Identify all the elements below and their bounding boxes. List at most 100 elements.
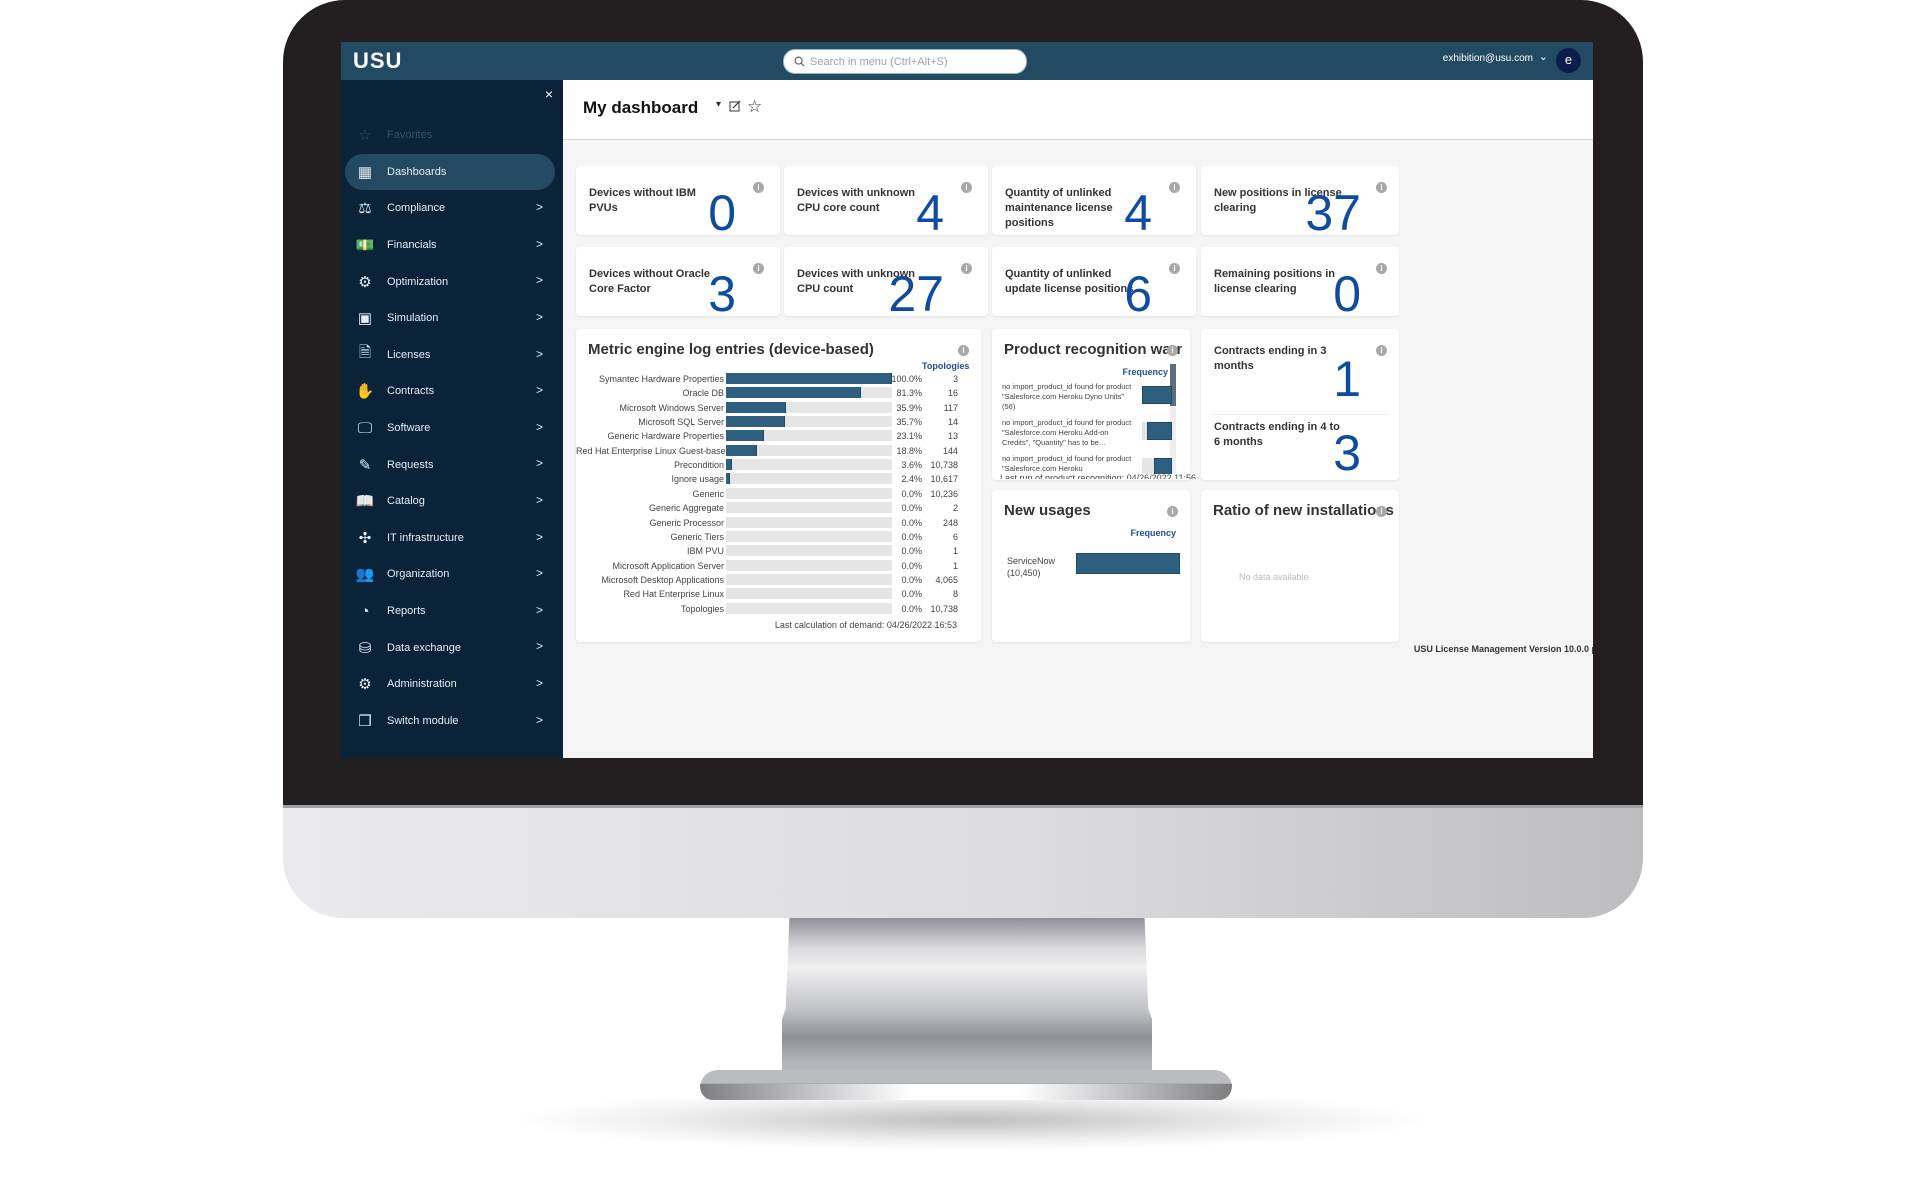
bar-track[interactable] (726, 487, 892, 499)
sidebar-item-data-exchange[interactable]: ⛁ Data exchange > (345, 629, 555, 666)
chevron-right-icon: > (535, 200, 543, 215)
edit-dashboard-icon[interactable] (729, 100, 741, 115)
sidebar-item-label: Dashboards (387, 165, 447, 178)
chart-row: Oracle DB 81.3% 16 (576, 387, 981, 401)
sidebar-item-catalog[interactable]: 📖 Catalog > (345, 483, 555, 520)
sidebar-item-software[interactable]: 🖵 Software > (345, 410, 555, 447)
bar-track[interactable] (726, 516, 892, 528)
sidebar-item-administration[interactable]: ⚙ Administration > (345, 666, 555, 703)
info-icon[interactable]: i (1376, 506, 1387, 517)
contracts-4to6m-value[interactable]: 3 (1333, 428, 1361, 478)
bar-track[interactable] (726, 602, 892, 614)
bar-category-label: Generic Aggregate (648, 503, 724, 514)
info-icon[interactable]: i (961, 182, 972, 193)
admin-window-gear-icon: ⚙ (358, 676, 372, 694)
bar[interactable] (726, 401, 786, 413)
kpi-card[interactable]: New positions in license clearing 37 i (1201, 166, 1399, 238)
info-icon[interactable]: i (1167, 345, 1178, 356)
bar-track[interactable] (726, 545, 892, 557)
people-icon: 👥 (355, 566, 375, 584)
sidebar-item-it-infrastructure[interactable]: ✣ IT infrastructure > (345, 520, 555, 557)
bar-track[interactable] (726, 416, 892, 428)
bar-track[interactable] (726, 473, 892, 485)
bar-track[interactable] (726, 444, 892, 456)
bar-track[interactable] (726, 373, 892, 384)
kpi-card[interactable]: Devices without IBM PVUs 0 i (576, 166, 780, 238)
bar-track[interactable] (726, 401, 892, 413)
kpi-card[interactable]: Quantity of unlinked maintenance license… (992, 166, 1196, 238)
bar-track[interactable] (726, 459, 892, 471)
sidebar-item-favorites[interactable]: ☆ Favorites (345, 117, 555, 154)
sidebar-close-icon[interactable]: × (545, 86, 553, 102)
bar[interactable] (726, 444, 758, 456)
bar[interactable] (726, 459, 732, 471)
sidebar-item-reports[interactable]: ◔ Reports > (345, 593, 555, 630)
info-icon[interactable]: i (1376, 345, 1387, 356)
info-icon[interactable]: i (753, 182, 764, 193)
sidebar-item-optimization[interactable]: ⚙ Optimization > (345, 263, 555, 300)
bar-track[interactable] (726, 430, 892, 442)
bar-track[interactable] (726, 502, 892, 514)
usu-logo[interactable]: USU (353, 48, 402, 74)
info-icon[interactable]: i (753, 263, 764, 274)
bar[interactable] (726, 430, 765, 442)
bar-track[interactable] (726, 387, 892, 399)
info-icon[interactable]: i (958, 345, 969, 356)
sidebar-item-organization[interactable]: 👥 Organization > (345, 556, 555, 593)
chart-row: Generic 0.0% 10,236 (576, 487, 981, 502)
sidebar-item-simulation[interactable]: ▣ Simulation > (345, 300, 555, 337)
last-calculation-note: Last calculation of demand: 04/26/2022 1… (774, 620, 957, 630)
sidebar-item-compliance[interactable]: ⚖ Compliance > (345, 190, 555, 227)
contracts-ending-widget: i Contracts ending in 3 months 1 Contrac… (1201, 329, 1399, 480)
chevron-right-icon: > (535, 273, 543, 288)
bar-track[interactable] (726, 559, 892, 571)
monitor-stand-base (700, 1070, 1232, 1100)
info-icon[interactable]: i (1376, 182, 1387, 193)
bar[interactable] (726, 387, 861, 399)
sidebar-item-financials[interactable]: 💵 Financials > (345, 227, 555, 264)
kpi-value: 3 (708, 266, 736, 322)
chart-row: Microsoft Windows Server 35.9% 117 (576, 401, 981, 416)
kpi-card[interactable]: Devices with unknown CPU count 27 i (784, 247, 988, 319)
sidebar-item-requests[interactable]: ✎ Requests > (345, 446, 555, 483)
bar-track[interactable] (726, 530, 892, 542)
menu-search-input[interactable] (810, 55, 1010, 68)
sidebar-item-label: Contracts (387, 385, 435, 398)
info-icon[interactable]: i (1169, 263, 1180, 274)
sidebar-item-dashboards[interactable]: ▦ Dashboards (345, 153, 555, 191)
frequency-bar[interactable] (1146, 422, 1172, 440)
chart-row: Microsoft Desktop Applications 0.0% 4,065 (576, 573, 981, 588)
book-icon: 📖 (355, 493, 375, 511)
info-icon[interactable]: i (961, 263, 972, 274)
bar-track[interactable] (726, 573, 892, 585)
kpi-card[interactable]: Devices without Oracle Core Factor 3 i (576, 247, 780, 322)
kpi-card[interactable]: Remaining positions in license clearing 0… (1201, 247, 1399, 319)
bar[interactable] (726, 416, 786, 428)
monitor-mockup: USU exhibition@usu.com ⌄ e × ☆ Favorites ▦… (0, 0, 1920, 1200)
favorite-star-icon[interactable]: ☆ (747, 97, 762, 117)
ratio-new-installations-widget: Ratio of new installations i No data ava… (1201, 490, 1399, 642)
sidebar-item-licenses[interactable]: 🗎 Licenses > (345, 337, 555, 374)
kpi-card[interactable]: Devices with unknown CPU core count 4 i (784, 166, 988, 238)
kpi-card[interactable]: Quantity of unlinked update license posi… (992, 247, 1196, 319)
sidebar-item-contracts[interactable]: ✋ Contracts > (345, 373, 555, 410)
frequency-bar[interactable] (1142, 386, 1172, 404)
license-document-icon: 🗎 (358, 344, 372, 362)
bar-track[interactable] (726, 588, 892, 600)
dashboard-select-caret-icon[interactable]: ▾ (716, 99, 721, 110)
user-email[interactable]: exhibition@usu.com (1443, 53, 1533, 64)
info-icon[interactable]: i (1169, 182, 1180, 193)
dashboard-grid-icon: ▦ (357, 163, 373, 181)
user-menu-chevron-down-icon[interactable]: ⌄ (1539, 50, 1548, 63)
avatar[interactable]: e (1556, 48, 1581, 73)
sidebar-item-label: Reports (387, 605, 426, 618)
menu-search[interactable] (783, 49, 1027, 74)
bar[interactable] (726, 373, 892, 384)
bar[interactable] (726, 473, 730, 485)
contracts-3m-value[interactable]: 1 (1333, 354, 1361, 404)
sidebar-item-switch-module[interactable]: ❒ Switch module > (345, 703, 555, 740)
usage-frequency-bar[interactable] (1076, 553, 1180, 574)
contracts-3m-label: Contracts ending in 3 months (1214, 345, 1327, 372)
info-icon[interactable]: i (1167, 506, 1178, 517)
info-icon[interactable]: i (1376, 263, 1387, 274)
